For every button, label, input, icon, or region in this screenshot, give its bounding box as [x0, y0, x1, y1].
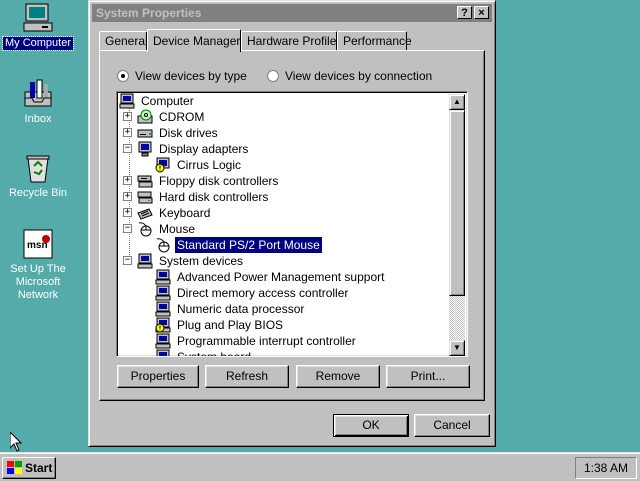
tree-item-label: Keyboard — [159, 206, 211, 220]
tree-item-label: CDROM — [159, 110, 205, 124]
close-button[interactable]: × — [474, 6, 489, 19]
system-device-icon — [155, 285, 171, 301]
expand-icon[interactable]: + — [123, 176, 132, 185]
remove-button-label: Remove — [315, 369, 361, 383]
dialog-titlebar[interactable]: System Properties ? × — [92, 4, 492, 22]
windows-logo-icon — [7, 461, 23, 475]
scroll-up-button[interactable]: ▲ — [449, 94, 465, 110]
mouse-icon — [155, 237, 171, 253]
system-device-icon — [155, 269, 171, 285]
expand-icon[interactable]: + — [123, 192, 132, 201]
tree-item-label: Plug and Play BIOS — [177, 318, 284, 332]
radio-selected-indicator — [117, 69, 129, 82]
cancel-button-label: Cancel — [433, 418, 471, 432]
print-button-label: Print... — [410, 369, 446, 383]
system-device-icon — [155, 349, 171, 356]
tab-general[interactable]: General — [99, 31, 148, 50]
desktop-icon-recycle-bin[interactable]: Recycle Bin — [0, 152, 76, 200]
floppy-controller-icon — [137, 173, 153, 189]
expand-icon[interactable]: + — [123, 208, 132, 217]
inbox-icon — [22, 78, 54, 110]
scroll-thumb[interactable] — [449, 110, 465, 296]
tree-item-label: Programmable interrupt controller — [177, 334, 356, 348]
tree-item-label: System devices — [159, 254, 244, 268]
remove-button[interactable]: Remove — [296, 365, 380, 388]
mouse-icon — [137, 221, 153, 237]
tree-item-label: System board — [177, 350, 252, 357]
computer-icon — [119, 93, 135, 109]
disk-drive-icon — [137, 125, 153, 141]
tab-device-manager[interactable]: Device Manager — [147, 29, 241, 52]
expand-icon[interactable]: + — [123, 128, 132, 137]
tree-item-label: Floppy disk controllers — [159, 174, 279, 188]
desktop-icon-label: Set Up The Microsoft Network — [10, 263, 66, 301]
radio-view-by-type[interactable]: View devices by type — [117, 68, 247, 84]
system-tray-clock[interactable]: 1:38 AM — [575, 457, 637, 479]
radio-indicator — [267, 69, 279, 82]
start-label: Start — [25, 461, 53, 475]
desktop-icon-inbox[interactable]: Inbox — [0, 78, 76, 126]
system-device-icon — [137, 253, 153, 269]
desktop-icon-my-computer[interactable]: My Computer — [0, 2, 76, 51]
collapse-icon[interactable]: − — [123, 256, 132, 265]
tree-item-label: Disk drives — [159, 126, 218, 140]
print-button[interactable]: Print... — [386, 365, 470, 388]
desktop-icon-label: Recycle Bin — [8, 187, 68, 199]
scroll-down-button[interactable]: ▼ — [449, 340, 465, 356]
msn-icon: msn — [22, 228, 54, 260]
tree-item-label: Standard PS/2 Port Mouse — [174, 236, 323, 254]
dialog-title: System Properties — [96, 6, 202, 20]
ok-button[interactable]: OK — [333, 414, 409, 437]
tree-item-label: Computer — [141, 94, 194, 108]
recycle-bin-icon — [22, 152, 54, 184]
system-device-icon — [155, 333, 171, 349]
desktop-icon-msn[interactable]: msn Set Up The Microsoft Network — [0, 228, 76, 302]
radio-view-by-connection[interactable]: View devices by connection — [267, 68, 432, 84]
collapse-icon[interactable]: − — [123, 224, 132, 233]
cdrom-icon — [137, 109, 153, 125]
cancel-button[interactable]: Cancel — [414, 414, 490, 437]
monitor-warning-icon — [155, 157, 171, 173]
device-tree[interactable]: Computer + CDROM + Disk drives − Display adapt… — [116, 91, 468, 357]
hard-disk-controller-icon — [137, 189, 153, 205]
radio-label: View devices by connection — [285, 69, 433, 83]
refresh-button-label: Refresh — [225, 369, 269, 383]
start-button[interactable]: Start — [2, 457, 56, 479]
expand-icon[interactable]: + — [123, 112, 132, 121]
ok-button-label: OK — [362, 418, 380, 432]
tree-item-label: Mouse — [159, 222, 196, 236]
collapse-icon[interactable]: − — [123, 144, 132, 153]
tab-performance[interactable]: Performance — [337, 31, 412, 50]
keyboard-icon — [137, 205, 153, 221]
monitor-icon — [137, 141, 153, 157]
tree-item-label: Hard disk controllers — [159, 190, 269, 204]
my-computer-icon — [22, 2, 54, 34]
properties-button-label: Properties — [130, 369, 186, 383]
tree-item-label: Numeric data processor — [177, 302, 305, 316]
refresh-button[interactable]: Refresh — [205, 365, 289, 388]
tree-item-label: Display adapters — [159, 142, 249, 156]
clock-text: 1:38 AM — [583, 461, 629, 475]
mouse-pointer-icon — [9, 430, 23, 452]
tree-item-label: Advanced Power Management support — [177, 270, 385, 284]
tree-vertical-scrollbar[interactable]: ▲ ▼ — [449, 94, 465, 356]
system-device-warning-icon — [155, 317, 171, 333]
taskbar: Start 1:38 AM — [0, 452, 640, 481]
tree-item-label: Cirrus Logic — [177, 158, 242, 172]
tab-hardware-profiles[interactable]: Hardware Profiles — [241, 31, 342, 50]
radio-label: View devices by type — [135, 69, 247, 83]
desktop-icon-label: Inbox — [24, 113, 52, 125]
tree-item-label: Direct memory access controller — [177, 286, 349, 300]
desktop-icon-label: My Computer — [1, 36, 75, 51]
properties-button[interactable]: Properties — [117, 365, 199, 388]
help-button[interactable]: ? — [457, 6, 472, 19]
system-device-icon — [155, 301, 171, 317]
